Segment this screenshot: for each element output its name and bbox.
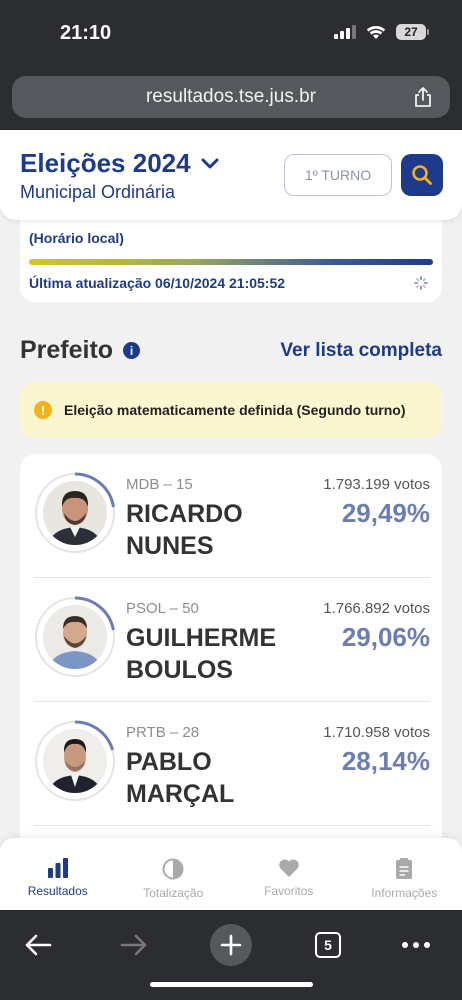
candidate-name: GUILHERME BOULOS [126,624,276,684]
pie-chart-icon [162,858,184,880]
bottom-tab-bar: Resultados Totalização Favoritos Informa… [0,838,462,910]
candidate-percent: 28,14% [341,746,430,776]
candidate-votes: 1.766.892 votos [323,600,430,617]
tab-favoritos[interactable]: Favoritos [231,838,347,910]
section-title-text: Prefeito [20,336,114,364]
tab-label: Resultados [27,884,88,898]
candidate-photo [43,605,107,669]
last-update-text: Última atualização 06/10/2024 21:05:52 [29,275,286,291]
search-button[interactable] [401,154,443,196]
more-button[interactable] [400,922,432,968]
candidate-row[interactable]: PRTB – 28 PABLO MARÇAL 1.710.958 votos 2… [34,702,430,826]
url-bar[interactable]: resultados.tse.jus.br [12,76,450,118]
loading-spinner-icon [414,276,428,290]
search-icon [412,165,432,185]
progress-bar [29,259,433,265]
status-icons: 27 [334,24,429,40]
cellular-signal-icon [334,25,356,39]
view-full-list-link[interactable]: Ver lista completa [280,340,442,362]
bar-chart-icon [47,858,68,878]
wifi-icon [366,25,386,39]
arrow-left-icon [25,934,52,956]
candidate-party: PSOL – 50 [126,600,199,617]
tab-resultados[interactable]: Resultados [0,838,116,910]
candidate-avatar [34,596,116,678]
document-icon [396,858,413,879]
battery-icon: 27 [396,24,429,40]
app-subtitle: Municipal Ordinária [20,182,176,202]
tab-label: Informações [371,886,438,900]
tab-label: Favoritos [264,884,314,898]
candidates-card: MDB – 15 RICARDO NUNES 1.793.199 votos 2… [20,454,442,874]
candidate-percent: 29,06% [341,622,430,652]
tabs-count: 5 [315,932,341,958]
tabs-button[interactable]: 5 [314,922,342,968]
warning-icon: ! [34,401,52,419]
candidate-name: RICARDO NUNES [126,500,243,560]
browser-address-area: resultados.tse.jus.br [0,70,462,130]
back-button[interactable] [22,922,54,968]
more-dots-icon [402,942,430,948]
candidate-votes: 1.793.199 votos [323,476,430,493]
local-time-label: (Horário local) [29,230,124,246]
status-bar: 21:10 27 [0,0,462,70]
info-icon[interactable]: i [123,342,141,359]
app-title: Eleições 2024 [20,148,191,178]
alert-text: Eleição matematicamente definida (Segund… [64,402,406,418]
app-header: Eleições 2024 Municipal Ordinária 1º TUR… [0,130,462,220]
candidate-row[interactable]: MDB – 15 RICARDO NUNES 1.793.199 votos 2… [34,454,430,578]
candidate-party: PRTB – 28 [126,724,200,741]
tab-label: Totalização [143,886,204,900]
section-title: Prefeito i [20,336,141,365]
status-time: 21:10 [60,22,112,44]
tab-totalizacao[interactable]: Totalização [116,838,232,910]
candidate-row[interactable]: PSOL – 50 GUILHERME BOULOS 1.766.892 vot… [34,578,430,702]
candidate-percent: 29,49% [341,498,430,528]
election-selector[interactable]: Eleições 2024 [20,148,219,179]
arrow-right-icon [120,934,147,956]
tab-informacoes[interactable]: Informações [347,838,462,910]
alert-banner: ! Eleição matematicamente definida (Segu… [20,382,442,438]
candidate-photo [43,481,107,545]
url-text: resultados.tse.jus.br [145,86,317,107]
forward-button[interactable] [118,922,150,968]
home-indicator [150,982,313,987]
heart-icon [278,859,299,877]
candidate-votes: 1.710.958 votos [323,724,430,741]
plus-icon [210,924,252,966]
new-tab-button[interactable] [210,922,252,968]
share-icon[interactable] [412,86,434,108]
candidate-avatar [34,472,116,554]
turno-button[interactable]: 1º TURNO [284,154,392,196]
chevron-down-icon [201,158,219,168]
candidate-party: MDB – 15 [126,476,193,493]
candidate-name: PABLO MARÇAL [126,748,235,808]
candidate-avatar [34,720,116,802]
candidate-photo [43,729,107,793]
